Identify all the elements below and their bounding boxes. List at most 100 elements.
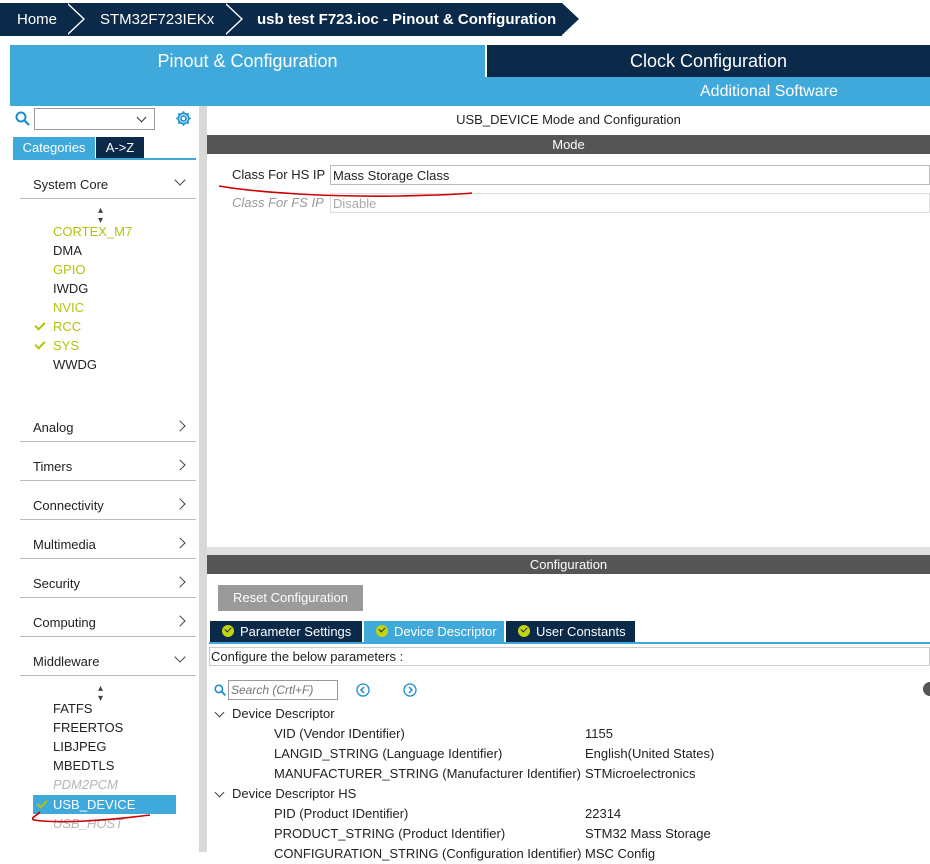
param-row[interactable]: PID (Product IDentifier): [274, 804, 408, 824]
category-middleware-label: Middleware: [33, 654, 100, 669]
ip-item-usb-device-selected[interactable]: USB_DEVICE: [33, 795, 176, 814]
param-value[interactable]: English(United States): [585, 744, 714, 764]
configuration-header: Configuration: [207, 555, 930, 574]
chevron-down-icon: [214, 707, 225, 718]
chevron-right-icon: [174, 498, 186, 510]
page-title-label: USB_DEVICE Mode and Configuration: [456, 112, 681, 127]
check-circle-icon: [222, 625, 234, 637]
class-hs-select[interactable]: Mass Storage Class: [330, 165, 930, 185]
category-label: Multimedia: [33, 537, 96, 552]
param-value[interactable]: STM32 Mass Storage: [585, 824, 711, 844]
category-label: Analog: [33, 420, 74, 435]
ip-item-cortex-m7[interactable]: CORTEX_M7: [53, 222, 132, 241]
mode-header-label: Mode: [552, 137, 585, 152]
param-name: MANUFACTURER_STRING (Manufacturer Identi…: [274, 766, 582, 781]
category-security[interactable]: Security: [20, 567, 196, 598]
param-name: VID (Vendor IDentifier): [274, 726, 405, 741]
page-title: USB_DEVICE Mode and Configuration: [207, 106, 930, 134]
class-fs-select[interactable]: Disable: [330, 193, 930, 213]
ip-item-rcc[interactable]: RCC: [34, 317, 81, 336]
configuration-header-label: Configuration: [529, 557, 608, 572]
tab-a-z[interactable]: A->Z: [96, 137, 144, 158]
category-middleware[interactable]: Middleware: [20, 645, 196, 676]
categories-panel: Categories A->Z System Core ▴ ▾ CORTEX_M7…: [10, 106, 199, 852]
chevron-down-icon: [174, 651, 186, 663]
ip-item-mbedtls[interactable]: MBEDTLS: [53, 756, 114, 775]
chevron-right-icon: [174, 537, 186, 549]
param-row[interactable]: LANGID_STRING (Language Identifier): [274, 744, 502, 764]
subtab-underline: [209, 642, 930, 644]
param-value[interactable]: STMicroelectronics: [585, 764, 696, 784]
chevron-down-icon: [136, 112, 147, 123]
category-label: Security: [33, 576, 80, 591]
tab-parameter-settings[interactable]: Parameter Settings: [210, 621, 362, 642]
info-icon[interactable]: [923, 682, 930, 696]
param-row[interactable]: PRODUCT_STRING (Product Identifier): [274, 824, 505, 844]
breadcrumb-home[interactable]: Home: [0, 3, 85, 36]
ip-item-gpio[interactable]: GPIO: [53, 260, 86, 279]
breadcrumb-project[interactable]: usb test F723.ioc - Pinout & Configurati…: [224, 3, 581, 36]
category-analog[interactable]: Analog: [20, 411, 196, 442]
ip-item-usb-host[interactable]: USB_HOST: [53, 814, 123, 833]
reset-configuration-button[interactable]: Reset Configuration: [218, 585, 363, 611]
category-multimedia[interactable]: Multimedia: [20, 528, 196, 559]
chevron-right-icon: [174, 615, 186, 627]
tab-additional-software[interactable]: Additional Software: [700, 77, 838, 106]
check-icon: [36, 797, 48, 809]
tab-pinout-label: Pinout & Configuration: [157, 51, 338, 71]
param-value[interactable]: 1155: [585, 724, 613, 744]
gear-icon[interactable]: [175, 110, 192, 127]
ip-item-label: USB_HOST: [53, 816, 124, 831]
tab-pinout-configuration[interactable]: Pinout & Configuration: [10, 45, 485, 77]
ip-item-iwdg[interactable]: IWDG: [53, 279, 88, 298]
tab-a-z-label: A->Z: [105, 140, 135, 155]
category-timers[interactable]: Timers: [20, 450, 196, 481]
ip-item-label: MBEDTLS: [53, 758, 115, 773]
param-value[interactable]: 22314: [585, 804, 621, 824]
tab-clock-configuration[interactable]: Clock Configuration: [487, 45, 930, 77]
next-icon[interactable]: [403, 683, 417, 697]
ip-item-dma[interactable]: DMA: [53, 241, 82, 260]
breadcrumb-project-label: usb test F723.ioc - Pinout & Configurati…: [257, 11, 557, 28]
ip-item-nvic[interactable]: NVIC: [53, 298, 84, 317]
ip-item-label: SYS: [53, 338, 80, 353]
tree-group-device-descriptor-hs[interactable]: Device Descriptor HS: [214, 784, 356, 804]
ip-item-wwdg[interactable]: WWDG: [53, 355, 97, 374]
param-row[interactable]: MANUFACTURER_STRING (Manufacturer Identi…: [274, 764, 581, 784]
parameter-search-input[interactable]: [228, 680, 338, 700]
class-hs-value: Mass Storage Class: [333, 168, 450, 183]
tab-device-descriptor-label: Device Descriptor: [394, 624, 497, 639]
ip-item-label: USB_DEVICE: [53, 797, 136, 812]
pane-splitter[interactable]: [207, 547, 930, 555]
tree-group-device-descriptor[interactable]: Device Descriptor: [214, 704, 335, 724]
ip-item-pdm2pcm[interactable]: PDM2PCM: [53, 775, 118, 794]
check-circle-icon: [518, 625, 530, 637]
param-row[interactable]: CONFIGURATION_STRING (Configuration Iden…: [274, 844, 582, 864]
category-label: Connectivity: [33, 498, 104, 513]
param-row[interactable]: VID (Vendor IDentifier): [274, 724, 405, 744]
category-computing[interactable]: Computing: [20, 606, 196, 637]
ip-item-label: FREERTOS: [53, 720, 124, 735]
ip-item-fatfs[interactable]: FATFS: [53, 699, 92, 718]
configure-hint-label: Configure the below parameters :: [211, 649, 404, 664]
previous-icon[interactable]: [356, 683, 370, 697]
breadcrumb-device[interactable]: STM32F723IEKx: [66, 3, 243, 36]
ip-item-libjpeg[interactable]: LIBJPEG: [53, 737, 106, 756]
tab-underline: [13, 158, 196, 160]
category-search-combo[interactable]: [34, 108, 155, 130]
category-system-core[interactable]: System Core: [20, 168, 196, 199]
category-connectivity[interactable]: Connectivity: [20, 489, 196, 520]
tab-device-descriptor[interactable]: Device Descriptor: [364, 621, 504, 642]
ip-item-label: CORTEX_M7: [53, 224, 133, 239]
param-value[interactable]: MSC Config: [585, 844, 655, 864]
ip-item-freertos[interactable]: FREERTOS: [53, 718, 123, 737]
configure-hint: Configure the below parameters :: [209, 647, 930, 666]
tab-categories-label: Categories: [22, 140, 86, 155]
ip-item-sys[interactable]: SYS: [34, 336, 80, 355]
category-label: Timers: [33, 459, 73, 474]
tab-categories[interactable]: Categories: [13, 137, 95, 158]
left-panel-splitter[interactable]: [199, 106, 207, 852]
tab-user-constants[interactable]: User Constants: [506, 621, 635, 642]
category-system-core-label: System Core: [33, 177, 109, 192]
param-name: LANGID_STRING (Language Identifier): [274, 746, 503, 761]
